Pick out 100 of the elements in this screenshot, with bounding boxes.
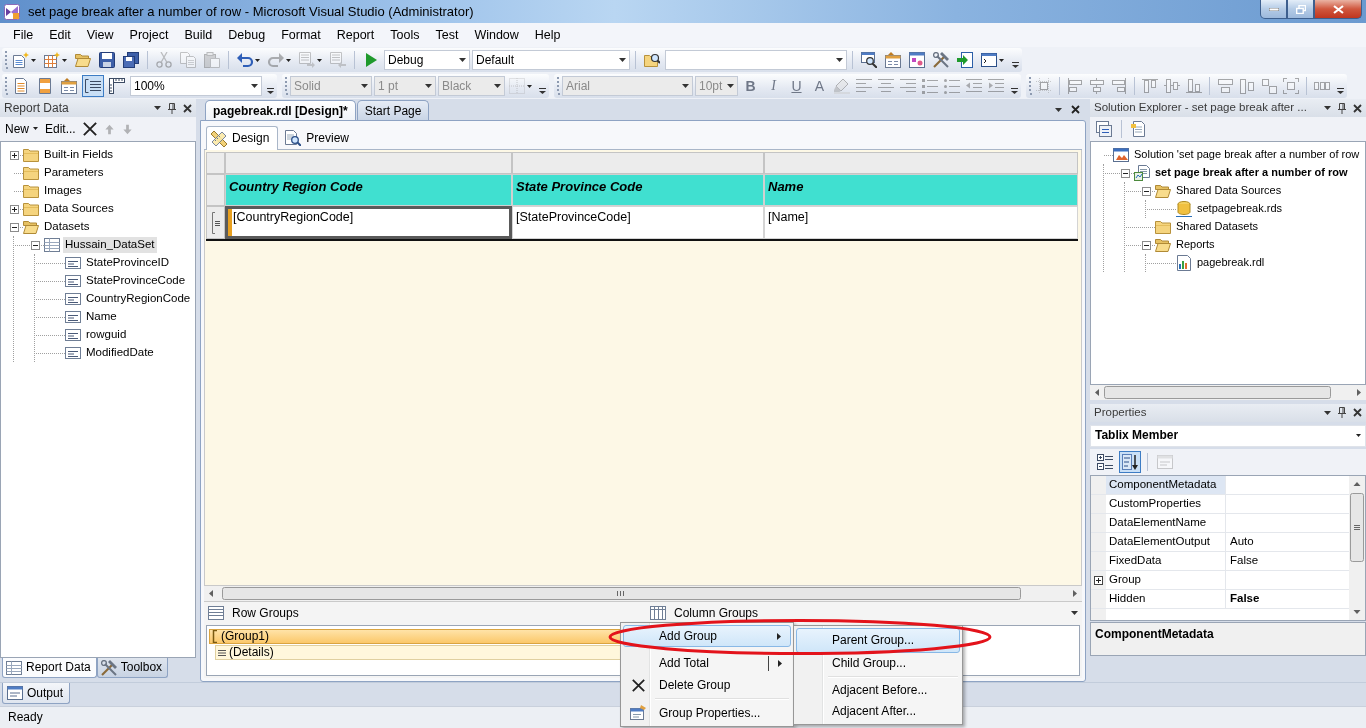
collapse-icon[interactable] — [9, 222, 19, 232]
close-icon[interactable] — [183, 103, 192, 113]
menu-item[interactable]: Report — [328, 26, 383, 44]
grip-icon[interactable] — [557, 77, 560, 95]
grip-icon[interactable] — [5, 51, 8, 69]
overflow-icon[interactable] — [1011, 88, 1018, 94]
panel-tab[interactable]: Output — [2, 683, 71, 704]
tree-item[interactable]: ModifiedDate — [84, 345, 156, 361]
menu-item[interactable]: File — [5, 26, 42, 44]
caret-icon[interactable] — [286, 58, 291, 62]
caret-icon[interactable] — [31, 58, 36, 62]
menu-item[interactable]: Debug — [220, 26, 274, 44]
caret-icon[interactable] — [527, 84, 532, 88]
document-icon[interactable] — [1131, 121, 1147, 137]
tree-item[interactable]: Built-in Fields — [42, 147, 116, 163]
menu-item[interactable]: Add Group — [623, 625, 791, 647]
document-sparkle-icon[interactable] — [13, 52, 29, 68]
table-cell[interactable]: [StateProvinceCode] — [512, 206, 764, 239]
property-name[interactable]: ComponentMetadata — [1106, 476, 1226, 495]
dropdown-arrow-icon[interactable] — [1055, 107, 1062, 112]
tree-item[interactable]: Images — [42, 183, 84, 199]
grip-icon[interactable] — [1029, 77, 1032, 95]
grip-icon[interactable] — [5, 77, 8, 95]
tree-item[interactable]: Data Sources — [42, 201, 116, 217]
menu-item[interactable]: View — [78, 26, 122, 44]
property-value[interactable]: False — [1226, 552, 1349, 571]
tree-item[interactable]: Shared Datasets — [1174, 219, 1260, 235]
zoom-dropdown[interactable]: 100% — [130, 76, 262, 96]
collapse-icon[interactable] — [1141, 240, 1151, 250]
column-handle[interactable] — [512, 152, 764, 174]
column-handle[interactable] — [225, 152, 512, 174]
table-cell[interactable]: [CountryRegionCode] — [225, 206, 512, 239]
tree-item[interactable]: Parameters — [42, 165, 106, 181]
window-shapes-icon[interactable] — [909, 52, 925, 68]
property-sheet-icon[interactable] — [885, 52, 901, 68]
console-window-icon[interactable] — [981, 52, 997, 68]
platform-dropdown[interactable]: Default — [472, 50, 630, 70]
dropdown-arrow-icon[interactable] — [1071, 611, 1078, 615]
tree-item[interactable]: pagebreak.rdl — [1195, 255, 1267, 271]
property-name[interactable]: FixedData — [1106, 552, 1226, 571]
menu-item[interactable]: Format — [273, 26, 329, 44]
menu-item[interactable]: Edit — [41, 26, 79, 44]
document-tab[interactable]: pagebreak.rdl [Design]* — [205, 100, 356, 120]
folder-search-icon[interactable] — [644, 52, 660, 68]
tree-item[interactable]: Hussain_DataSet — [63, 237, 157, 253]
pin-icon[interactable] — [168, 102, 176, 114]
vertical-scrollbar[interactable] — [1349, 476, 1365, 621]
panel-tab[interactable]: Toolbox — [96, 658, 169, 678]
view-tab[interactable]: Preview — [280, 126, 359, 149]
column-handle[interactable] — [764, 152, 1078, 174]
grid-sparkle-icon[interactable] — [44, 52, 60, 68]
expand-icon[interactable] — [9, 204, 19, 214]
find-combo-field[interactable] — [665, 50, 847, 70]
property-value[interactable]: False — [1226, 590, 1349, 609]
dropdown-arrow-icon[interactable] — [1324, 410, 1331, 415]
window-search-icon[interactable] — [861, 52, 877, 68]
caret-icon[interactable] — [62, 58, 67, 62]
menu-item[interactable]: Window — [466, 26, 527, 44]
overflow-icon[interactable] — [267, 88, 274, 94]
caret-icon[interactable] — [317, 58, 322, 62]
expand-icon[interactable] — [9, 150, 19, 160]
row-handle[interactable] — [206, 206, 225, 239]
restore-button[interactable] — [1287, 0, 1314, 19]
overflow-icon[interactable] — [1337, 88, 1344, 94]
caret-icon[interactable] — [255, 58, 260, 62]
tree-item[interactable]: CountryRegionCode — [84, 291, 193, 307]
horizontal-scrollbar[interactable] — [1090, 385, 1366, 400]
table-cell[interactable]: [Name] — [764, 206, 1078, 239]
tree-item[interactable]: Shared Data Sources — [1174, 183, 1284, 199]
close-icon[interactable] — [1353, 408, 1362, 418]
floppy-disks-icon[interactable] — [123, 52, 139, 68]
close-icon[interactable] — [1353, 103, 1362, 113]
configuration-dropdown[interactable]: Debug — [384, 50, 470, 70]
minimize-button[interactable] — [1260, 0, 1287, 19]
object-dropdown[interactable]: Tablix Member — [1090, 424, 1366, 447]
menu-item[interactable]: Adjacent Before... — [796, 680, 960, 701]
pin-icon[interactable] — [1338, 407, 1346, 419]
menu-item[interactable]: Tools — [382, 26, 428, 44]
overflow-icon[interactable] — [539, 88, 546, 94]
property-name[interactable]: Group — [1106, 571, 1226, 590]
tree-item[interactable]: setpagebreak.rds — [1195, 201, 1284, 217]
close-button[interactable] — [1314, 0, 1362, 19]
corner-handle[interactable] — [206, 152, 225, 174]
collapse-icon[interactable] — [30, 240, 40, 250]
tree-item[interactable]: set page break after a number of row — [1153, 165, 1350, 181]
tree-item[interactable]: StateProvinceID — [84, 255, 172, 271]
property-name[interactable]: DataElementName — [1106, 514, 1226, 533]
tree-item[interactable]: Name — [84, 309, 119, 325]
pin-icon[interactable] — [1338, 102, 1346, 114]
panel-tab[interactable]: Report Data — [2, 658, 97, 678]
collapse-icon[interactable] — [1120, 168, 1130, 178]
menu-item[interactable]: Adjacent After... — [796, 701, 960, 722]
play-icon[interactable] — [363, 52, 379, 68]
tree-item[interactable]: rowguid — [84, 327, 129, 343]
undo-arrow-icon[interactable] — [237, 52, 253, 68]
row-handle[interactable] — [206, 174, 225, 206]
menu-item[interactable]: Delete Group — [623, 674, 791, 696]
expand-icon[interactable] — [1094, 575, 1103, 585]
caret-icon[interactable] — [999, 58, 1004, 62]
grip-icon[interactable] — [285, 77, 288, 95]
